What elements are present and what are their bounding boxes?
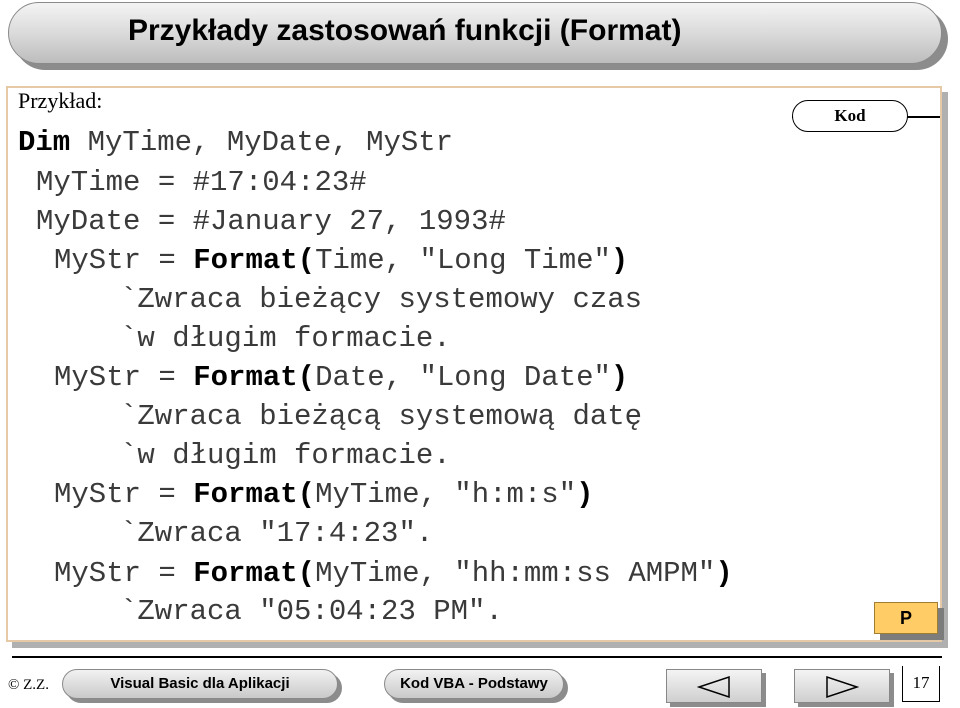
code-text: MyTime, "hh:mm:ss AMPM" (315, 557, 716, 590)
code-text: MyTime, MyDate, MyStr (70, 126, 454, 159)
code-comment: `Zwraca "05:04:23 PM". (120, 595, 503, 628)
code-keyword: Format( (193, 361, 316, 394)
next-slide-button[interactable] (794, 669, 890, 703)
code-text: Time, "Long Time" (315, 244, 611, 277)
code-text: MyStr = (54, 244, 194, 277)
code-keyword: Format( (193, 478, 316, 511)
code-comment: `Zwraca "17:4:23". (120, 517, 434, 550)
example-label: Przykład: (18, 88, 103, 113)
code-keyword: ) (610, 244, 629, 277)
triangle-right-icon (826, 675, 859, 699)
code-comment: `w długim formacie. (120, 439, 451, 472)
code-comment: `Zwraca bieżący systemowy czas (120, 283, 643, 316)
prev-slide-button[interactable] (666, 669, 762, 703)
code-keyword: Format( (193, 244, 316, 277)
code-line: MyDate = #January 27, 1993# (36, 205, 506, 238)
slide-title: Przykłady zastosowań funkcji (Format) (128, 14, 682, 47)
triangle-left-icon (697, 675, 730, 699)
code-text: MyStr = (54, 478, 194, 511)
code-line: MyStr = Format(Date, "Long Date") (54, 360, 628, 396)
kod-badge[interactable]: Kod (792, 100, 908, 132)
code-text: MyStr = (54, 361, 194, 394)
code-line: MyStr = Format(MyTime, "hh:mm:ss AMPM") (54, 556, 733, 592)
footer-author: © Z.Z. (8, 677, 49, 693)
code-keyword: ) (715, 557, 733, 590)
code-keyword: ) (576, 478, 594, 511)
code-text: MyStr = (54, 557, 194, 590)
code-line: MyStr = Format(Time, "Long Time") (54, 243, 628, 279)
footer-divider (12, 656, 942, 658)
footer-course: Visual Basic dla Aplikacji (62, 669, 338, 699)
code-text: MyTime, "h:m:s" (315, 478, 577, 511)
code-comment: `Zwraca bieżącą systemową datę (120, 400, 643, 433)
code-keyword: Format( (193, 557, 316, 590)
footer-section: Kod VBA - Podstawy (384, 669, 564, 699)
code-line: Dim MyTime, MyDate, MyStr (18, 125, 453, 161)
code-line: MyTime = #17:04:23# (36, 166, 367, 199)
p-button[interactable]: P (874, 602, 938, 634)
page-number: 17 (912, 673, 930, 692)
code-text: Date, "Long Date" (315, 361, 611, 394)
code-line: MyStr = Format(MyTime, "h:m:s") (54, 477, 594, 513)
code-keyword: ) (610, 361, 629, 394)
code-keyword: Dim (18, 126, 71, 159)
code-comment: `w długim formacie. (120, 322, 451, 355)
